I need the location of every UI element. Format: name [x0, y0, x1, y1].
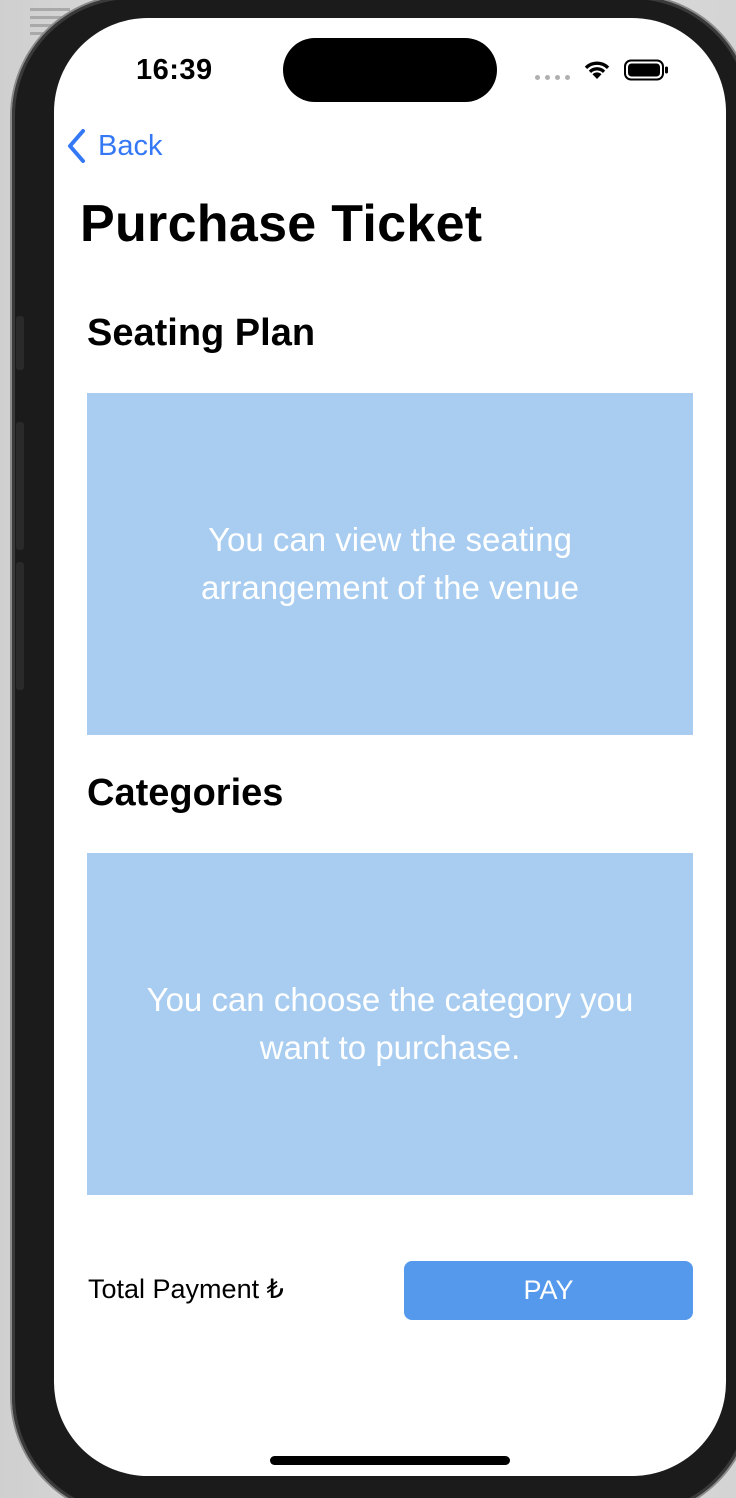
page-title: Purchase Ticket: [80, 195, 483, 253]
chevron-left-icon: [68, 129, 85, 163]
categories-heading: Categories: [87, 772, 284, 814]
pay-button[interactable]: PAY: [404, 1261, 693, 1320]
dynamic-island: [283, 38, 497, 102]
volume-down-button: [16, 562, 24, 690]
battery-icon: [624, 59, 668, 81]
status-indicators: [535, 58, 670, 82]
seating-plan-placeholder: You can view the seating arrangement of …: [201, 521, 579, 606]
back-label: Back: [98, 129, 163, 162]
status-time: 16:39: [136, 54, 213, 86]
home-indicator[interactable]: [270, 1456, 510, 1465]
action-button: [16, 316, 24, 370]
screen: 16:39 Back Purchase Ticket Seating Plan …: [54, 18, 726, 1476]
wifi-icon: [584, 61, 610, 79]
desktop-background: 16:39 Back Purchase Ticket Seating Plan …: [0, 0, 736, 1498]
seating-plan-panel[interactable]: You can view the seating arrangement of …: [87, 393, 693, 735]
categories-placeholder: You can choose the category you want to …: [146, 981, 634, 1066]
volume-up-button: [16, 422, 24, 550]
categories-panel[interactable]: You can choose the category you want to …: [87, 853, 693, 1195]
signal-icon: [535, 60, 570, 80]
back-button[interactable]: Back: [66, 128, 162, 164]
seating-plan-heading: Seating Plan: [87, 312, 316, 354]
device-frame: 16:39 Back Purchase Ticket Seating Plan …: [12, 0, 736, 1498]
total-payment-label: Total Payment ₺: [88, 1274, 284, 1304]
